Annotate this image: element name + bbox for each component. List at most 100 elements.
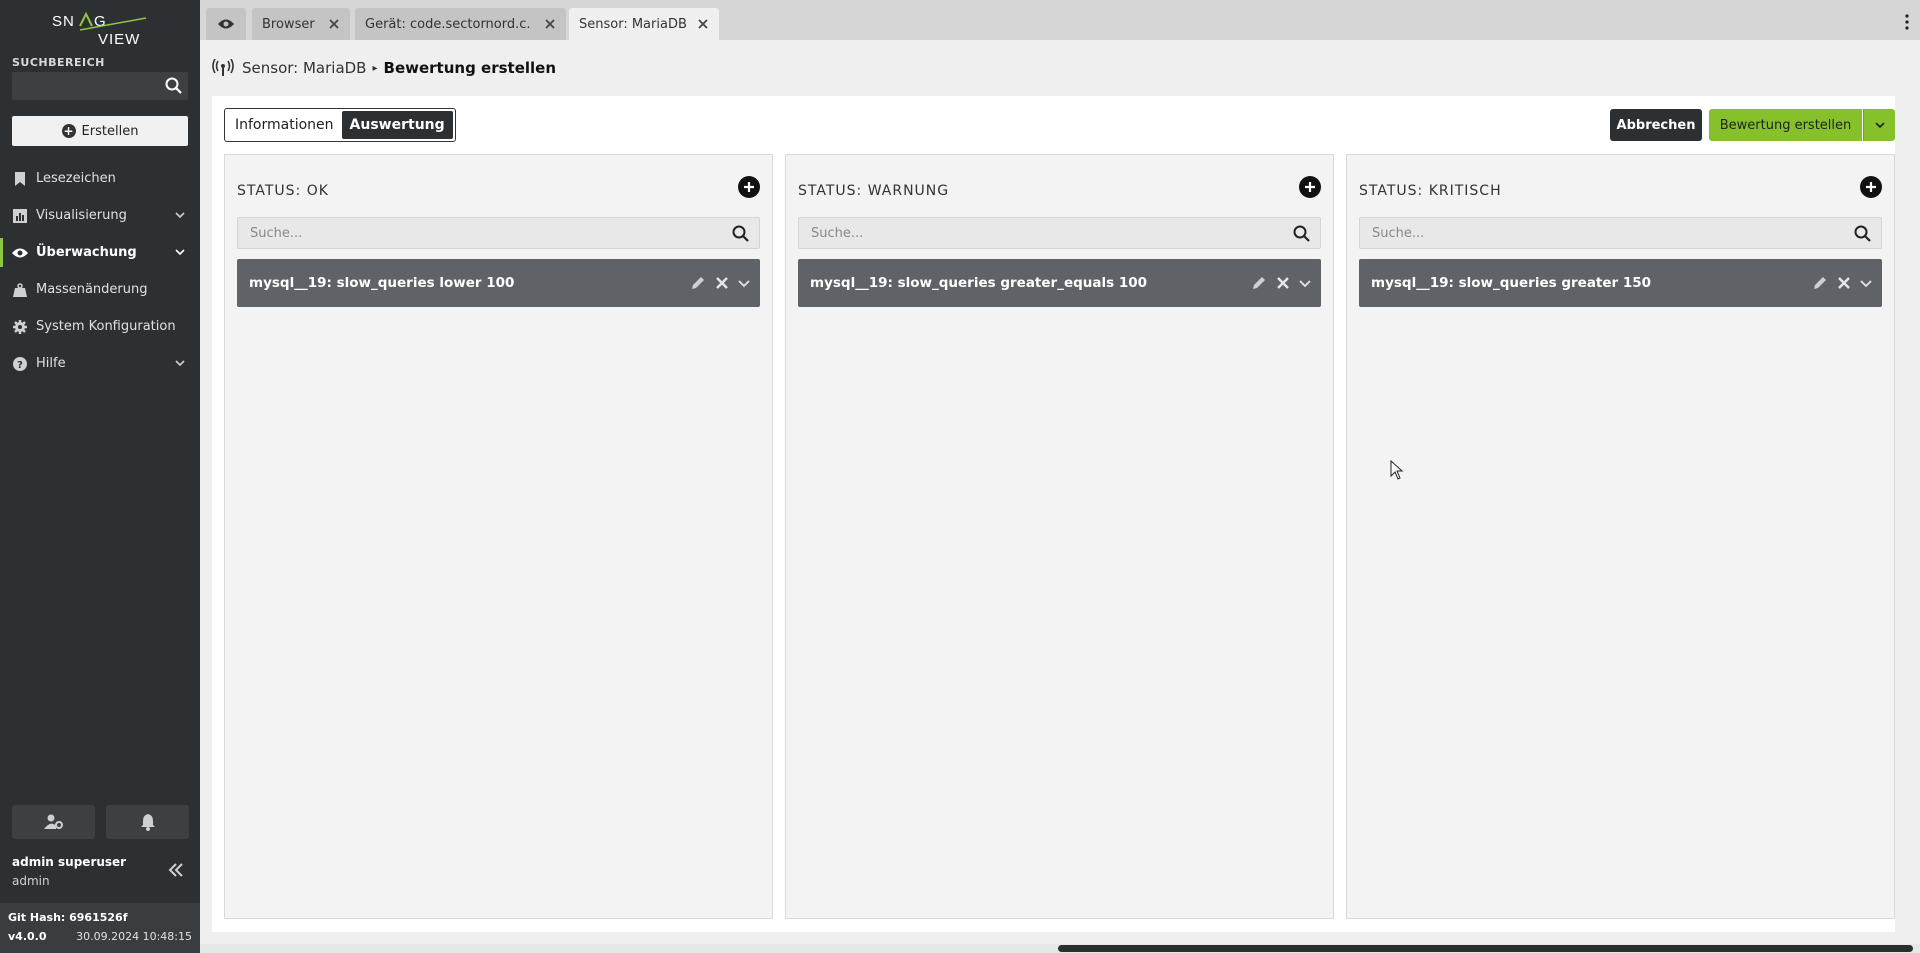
add-rule-button[interactable] (1299, 176, 1321, 198)
create-button[interactable]: + Erstellen (12, 116, 188, 146)
search-icon[interactable] (1853, 224, 1873, 244)
chevron-down-icon[interactable] (1297, 275, 1313, 291)
notifications-button[interactable] (106, 805, 189, 839)
chart-icon (12, 208, 28, 224)
cancel-button[interactable]: Abbrechen (1610, 109, 1702, 141)
sidebar-nav: Lesezeichen Visualisierung Überwachung M… (0, 160, 200, 382)
plus-icon (1866, 182, 1876, 192)
sidebar-item-visualisierung[interactable]: Visualisierung (0, 197, 200, 234)
version: v4.0.0 (8, 930, 47, 943)
tab-bar: Browser Gerät: code.sectornord.c... Sens… (200, 0, 1920, 40)
sidebar-item-label: System Konfiguration (36, 319, 176, 334)
chevron-down-icon (175, 249, 185, 256)
horizontal-scrollbar[interactable] (200, 944, 1920, 953)
breadcrumb-current: Bewertung erstellen (383, 59, 557, 77)
close-icon[interactable] (697, 18, 709, 30)
tab-sensor[interactable]: Sensor: MariaDB (569, 8, 719, 40)
sidebar-item-label: Visualisierung (36, 208, 127, 223)
search-icon[interactable] (731, 224, 751, 244)
add-rule-button[interactable] (738, 176, 760, 198)
column-title: STATUS: OK (237, 183, 329, 199)
search-icon[interactable] (164, 76, 184, 96)
sidebar-item-lesezeichen[interactable]: Lesezeichen (0, 160, 200, 197)
tab-geraet[interactable]: Gerät: code.sectornord.c... (355, 8, 566, 40)
search-label: SUCHBEREICH (12, 56, 105, 69)
scrollbar-thumb[interactable] (1058, 945, 1913, 952)
more-vertical-icon[interactable] (1904, 14, 1910, 30)
bookmark-icon (12, 171, 28, 187)
plus-circle-icon: + (61, 124, 76, 138)
build-date: 30.09.2024 10:48:15 (76, 930, 192, 943)
column-title: STATUS: KRITISCH (1359, 183, 1502, 199)
breadcrumb-parent[interactable]: Sensor: MariaDB (242, 59, 366, 77)
delete-icon[interactable] (1836, 275, 1852, 291)
delete-icon[interactable] (714, 275, 730, 291)
user-name: admin superuser (12, 855, 127, 869)
close-icon[interactable] (328, 18, 340, 30)
edit-icon[interactable] (690, 275, 706, 291)
sidebar-item-label: Lesezeichen (36, 171, 116, 186)
status-column-kritisch: STATUS: KRITISCH mysql__19: slow_queries… (1346, 154, 1895, 919)
svg-text:SN: SN (52, 13, 75, 30)
column-search (237, 217, 760, 249)
rule-label: mysql__19: slow_queries lower 100 (249, 275, 515, 291)
chevron-down-icon[interactable] (1858, 275, 1874, 291)
edit-icon[interactable] (1812, 275, 1828, 291)
breadcrumb-separator-icon: ▸ (372, 62, 378, 74)
column-search (798, 217, 1321, 249)
edit-icon[interactable] (1251, 275, 1267, 291)
column-search (1359, 217, 1882, 249)
add-rule-button[interactable] (1860, 176, 1882, 198)
rule-item[interactable]: mysql__19: slow_queries lower 100 (237, 259, 760, 307)
sidebar-item-ueberwachung[interactable]: Überwachung (0, 234, 200, 271)
eye-icon (218, 19, 234, 29)
tab-label: Sensor: MariaDB (579, 16, 687, 32)
sidebar-item-label: Hilfe (36, 356, 66, 371)
user-role: admin (12, 874, 50, 888)
svg-text:?: ? (17, 360, 23, 371)
column-search-input[interactable] (238, 218, 718, 248)
snagview-logo[interactable]: SN G VIEW (50, 10, 150, 46)
column-search-input[interactable] (1360, 218, 1840, 248)
close-icon[interactable] (544, 18, 556, 30)
create-options-dropdown[interactable] (1863, 109, 1895, 141)
rule-item[interactable]: mysql__19: slow_queries greater 150 (1359, 259, 1882, 307)
toggle-informationen[interactable]: Informationen (227, 111, 342, 139)
rule-label: mysql__19: slow_queries greater 150 (1371, 275, 1652, 291)
eye-icon (12, 245, 28, 261)
tab-label: Gerät: code.sectornord.c... (365, 16, 531, 32)
sidebar: SN G VIEW SUCHBEREICH + Erstellen Leseze… (0, 0, 200, 953)
collapse-sidebar-icon[interactable] (166, 860, 186, 880)
plus-icon (744, 182, 754, 192)
rule-item[interactable]: mysql__19: slow_queries greater_equals 1… (798, 259, 1321, 307)
sidebar-item-system-konfiguration[interactable]: System Konfiguration (0, 308, 200, 345)
svg-text:VIEW: VIEW (98, 31, 140, 46)
status-column-warnung: STATUS: WARNUNG mysql__19: slow_queries … (785, 154, 1334, 919)
weight-icon (12, 282, 28, 298)
bell-icon (140, 814, 155, 831)
mouse-cursor-icon (1390, 460, 1404, 480)
sidebar-search-input[interactable] (12, 72, 188, 100)
toggle-auswertung[interactable]: Auswertung (341, 111, 453, 139)
user-settings-button[interactable] (12, 805, 95, 839)
tab-overview[interactable] (206, 8, 246, 40)
chevron-down-icon (1874, 122, 1885, 129)
status-column-ok: STATUS: OK mysql__19: slow_queries lower… (224, 154, 773, 919)
sidebar-item-label: Überwachung (36, 245, 137, 260)
create-evaluation-button[interactable]: Bewertung erstellen (1709, 109, 1862, 141)
column-search-input[interactable] (799, 218, 1279, 248)
search-icon[interactable] (1292, 224, 1312, 244)
sidebar-item-label: Massenänderung (36, 282, 148, 297)
sidebar-item-massenaenderung[interactable]: Massenänderung (0, 271, 200, 308)
gear-icon (12, 319, 28, 335)
create-button-label: Erstellen (81, 123, 139, 139)
breadcrumb: Sensor: MariaDB ▸ Bewertung erstellen (212, 56, 556, 80)
chevron-down-icon (175, 360, 185, 367)
delete-icon[interactable] (1275, 275, 1291, 291)
column-title: STATUS: WARNUNG (798, 183, 950, 199)
chevron-down-icon (175, 212, 185, 219)
sidebar-item-hilfe[interactable]: ? Hilfe (0, 345, 200, 382)
help-icon: ? (12, 356, 28, 372)
tab-browser[interactable]: Browser (252, 8, 350, 40)
chevron-down-icon[interactable] (736, 275, 752, 291)
